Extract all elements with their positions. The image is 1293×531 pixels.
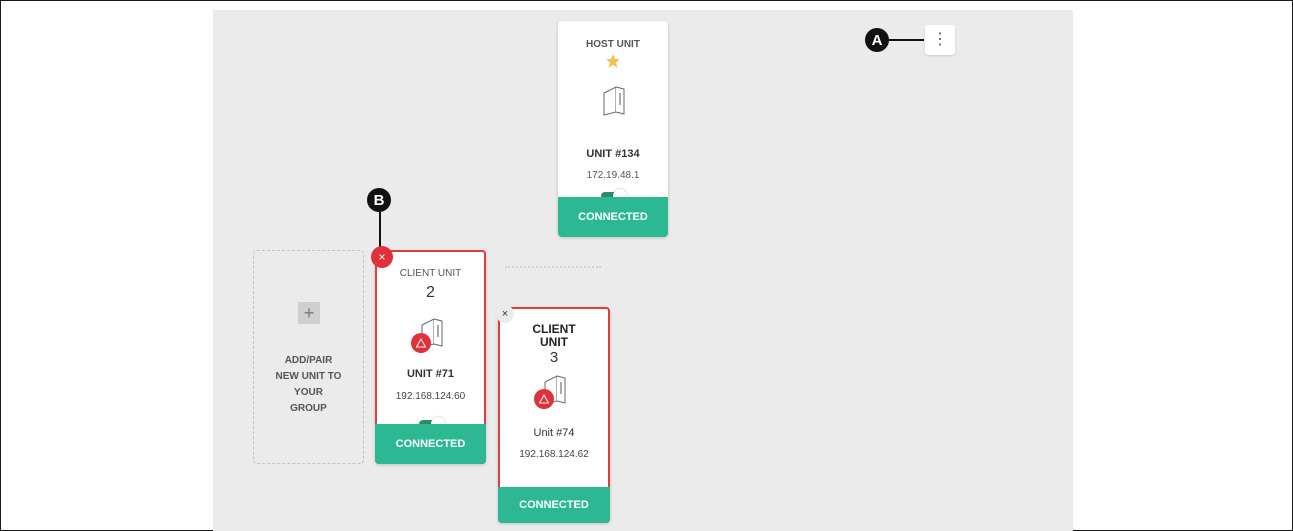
plus-icon: + [298,302,320,324]
host-unit-ip: 172.19.48.1 [586,170,640,181]
client-unit-3-title-line: UNIT [540,335,568,349]
client-3-status-label: CONNECTED [519,499,589,511]
client-unit-3-number: 3 [549,349,559,366]
callout-a-line [889,39,924,41]
callout-a: A [865,28,889,52]
add-pair-label-line: NEW UNIT TO [275,371,342,382]
more-vertical-icon: ⋮ [932,31,948,48]
unit-group-canvas: HOST UNIT UNIT #134 172.19.48.1 CONNECTE… [213,10,1073,531]
add-pair-label-line: YOUR [294,387,323,398]
client-unit-3-name: Unit #74 [533,427,575,439]
add-pair-label-line: ADD/PAIR [284,355,333,366]
client-2-status-bar: CONNECTED [375,424,486,464]
close-icon: × [378,250,386,264]
client-unit-2-ip: 192.168.124.60 [395,391,466,402]
callout-a-label: A [871,31,883,49]
callout-b-label: B [373,191,385,209]
client-unit-card-3[interactable]: CLIENT UNIT 3 Unit #74 192.168.124.62 CO… [496,305,610,523]
remove-unit-button[interactable]: × [496,305,514,323]
host-status-label: CONNECTED [578,211,648,223]
client-unit-2-name: UNIT #71 [406,368,455,380]
close-icon: × [501,308,509,320]
client-2-status-label: CONNECTED [395,438,466,450]
client-unit-card-2[interactable]: CLIENT UNIT 2 UNIT #71 192.168.124.60 CO… [371,246,486,464]
host-unit-title: HOST UNIT [586,39,640,50]
add-pair-label-line: GROUP [290,403,327,414]
remove-unit-button[interactable]: × [371,246,393,268]
warning-icon [534,389,554,409]
star-icon [605,53,621,69]
plus-glyph: + [303,303,315,323]
host-status-bar: CONNECTED [558,197,668,237]
warning-icon [411,333,431,353]
connection-line [505,266,601,268]
client-3-status-bar: CONNECTED [498,487,610,523]
more-options-button[interactable]: ⋮ [925,25,955,55]
add-pair-label: ADD/PAIR NEW UNIT TO YOUR GROUP [254,353,363,417]
callout-b: B [367,188,391,212]
device-icon [603,86,625,116]
client-unit-3-title: CLIENT UNIT [500,323,608,349]
client-unit-2-number: 2 [426,284,435,301]
client-unit-3-ip: 192.168.124.62 [519,449,589,460]
add-pair-unit-card[interactable]: + ADD/PAIR NEW UNIT TO YOUR GROUP [253,250,364,464]
host-unit-name: UNIT #134 [586,148,640,160]
client-unit-2-title: CLIENT UNIT [399,268,462,279]
host-unit-card[interactable]: HOST UNIT UNIT #134 172.19.48.1 CONNECTE… [558,21,668,237]
